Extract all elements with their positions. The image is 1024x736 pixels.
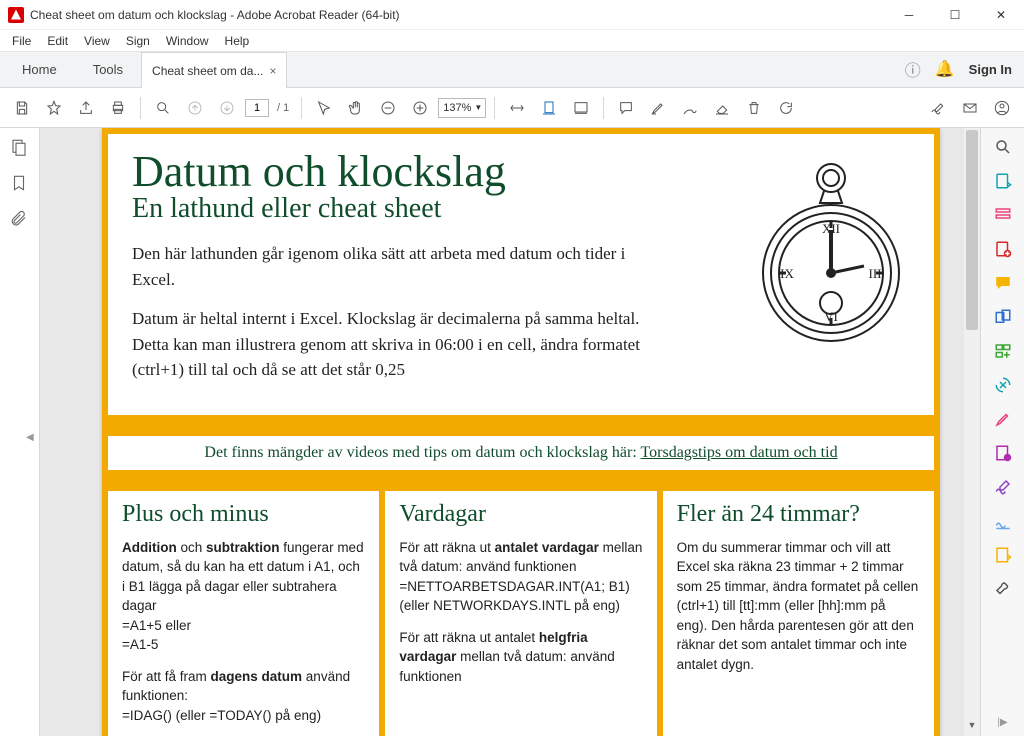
intro-paragraph-1: Den här lathunden går igenom olika sätt … xyxy=(132,241,642,292)
print-icon[interactable] xyxy=(104,94,132,122)
tab-close-button[interactable]: × xyxy=(269,64,276,78)
erase-icon[interactable] xyxy=(708,94,736,122)
tip-link[interactable]: Torsdagstips om datum och tid xyxy=(640,444,837,461)
app-icon xyxy=(8,7,24,23)
create-pdf-icon[interactable] xyxy=(992,238,1014,260)
page-number-input[interactable] xyxy=(245,99,269,117)
prev-page-icon[interactable] xyxy=(181,94,209,122)
more-tools-icon[interactable] xyxy=(992,578,1014,600)
email-icon[interactable] xyxy=(956,94,984,122)
profile-icon[interactable] xyxy=(988,94,1016,122)
redact-icon[interactable] xyxy=(992,408,1014,430)
save-icon[interactable] xyxy=(8,94,36,122)
close-window-button[interactable]: ✕ xyxy=(978,0,1024,30)
zoom-in-icon[interactable] xyxy=(406,94,434,122)
col1-p1: Addition och subtraktion fungerar med da… xyxy=(122,538,365,655)
scroll-down-icon[interactable]: ▼ xyxy=(964,720,980,736)
tab-home[interactable]: Home xyxy=(4,51,75,87)
col3-p1: Om du summerar timmar och vill att Excel… xyxy=(677,538,920,675)
fit-width-icon[interactable] xyxy=(503,94,531,122)
col2-p1: För att räkna ut antalet vardagar mellan… xyxy=(399,538,642,616)
find-icon[interactable] xyxy=(149,94,177,122)
pdf-page: Datum och klockslag En lathund eller che… xyxy=(102,128,940,736)
menu-file[interactable]: File xyxy=(6,32,37,50)
notification-bell-icon[interactable]: 🔔 xyxy=(935,59,955,79)
scroll-thumb[interactable] xyxy=(966,130,978,330)
hand-tool-icon[interactable] xyxy=(342,94,370,122)
rotate-icon[interactable] xyxy=(772,94,800,122)
add-comment-icon[interactable] xyxy=(992,272,1014,294)
tip-banner: Det finns mängder av videos med tips om … xyxy=(108,435,934,471)
collapse-left-icon[interactable]: ◀ xyxy=(26,432,34,443)
convert-icon[interactable] xyxy=(992,544,1014,566)
star-icon[interactable] xyxy=(40,94,68,122)
request-sign-icon[interactable] xyxy=(992,510,1014,532)
bookmark-icon[interactable] xyxy=(10,174,30,194)
share-icon[interactable] xyxy=(72,94,100,122)
menu-view[interactable]: View xyxy=(78,32,116,50)
intro-paragraph-2: Datum är heltal internt i Excel. Klocksl… xyxy=(132,306,642,383)
combine-icon[interactable] xyxy=(992,306,1014,328)
fill-sign-icon[interactable] xyxy=(992,476,1014,498)
arrow-tool-icon[interactable] xyxy=(310,94,338,122)
thumbnails-icon[interactable] xyxy=(10,138,30,158)
fit-page-icon[interactable] xyxy=(535,94,563,122)
menu-help[interactable]: Help xyxy=(219,32,256,50)
comment-icon[interactable] xyxy=(612,94,640,122)
next-page-icon[interactable] xyxy=(213,94,241,122)
col1-title: Plus och minus xyxy=(122,501,365,528)
page-total: / 1 xyxy=(277,102,289,114)
menu-sign[interactable]: Sign xyxy=(120,32,156,50)
compress-icon[interactable] xyxy=(992,374,1014,396)
organize-icon[interactable] xyxy=(992,340,1014,362)
expand-right-icon[interactable]: |▶ xyxy=(997,717,1007,728)
svg-text:VI: VI xyxy=(824,309,838,324)
delete-icon[interactable] xyxy=(740,94,768,122)
protect-icon[interactable] xyxy=(992,442,1014,464)
col1-p2: För att få fram dagens datum använd funk… xyxy=(122,667,365,726)
search-tool-icon[interactable] xyxy=(992,136,1014,158)
menu-edit[interactable]: Edit xyxy=(41,32,74,50)
tip-text: Det finns mängder av videos med tips om … xyxy=(204,444,640,461)
svg-text:IX: IX xyxy=(780,266,794,281)
tab-tools[interactable]: Tools xyxy=(75,51,141,87)
highlight-icon[interactable] xyxy=(644,94,672,122)
minimize-button[interactable]: ─ xyxy=(886,0,932,30)
attachment-icon[interactable] xyxy=(10,210,30,230)
help-icon[interactable]: ⓘ xyxy=(905,57,921,81)
window-title: Cheat sheet om datum och klockslag - Ado… xyxy=(30,8,886,22)
maximize-button[interactable]: ☐ xyxy=(932,0,978,30)
menu-window[interactable]: Window xyxy=(160,32,215,50)
zoom-select[interactable]: 137%▼ xyxy=(438,98,486,118)
tab-document-label: Cheat sheet om da... xyxy=(152,64,263,78)
zoom-value: 137% xyxy=(443,102,471,114)
sign-tool-icon[interactable] xyxy=(924,94,952,122)
edit-pdf-icon[interactable] xyxy=(992,204,1014,226)
col2-title: Vardagar xyxy=(399,501,642,528)
zoom-out-icon[interactable] xyxy=(374,94,402,122)
export-pdf-icon[interactable] xyxy=(992,170,1014,192)
tab-document[interactable]: Cheat sheet om da... × xyxy=(141,52,287,88)
signin-button[interactable]: Sign In xyxy=(969,62,1012,77)
draw-icon[interactable] xyxy=(676,94,704,122)
vertical-scrollbar[interactable]: ▲ ▼ xyxy=(964,128,980,736)
reading-mode-icon[interactable] xyxy=(567,94,595,122)
svg-text:III: III xyxy=(869,266,882,281)
col3-title: Fler än 24 timmar? xyxy=(677,501,920,528)
col2-p2: För att räkna ut antalet helgfria vardag… xyxy=(399,628,642,687)
pocket-watch-image: XII III VI IX xyxy=(756,158,906,348)
